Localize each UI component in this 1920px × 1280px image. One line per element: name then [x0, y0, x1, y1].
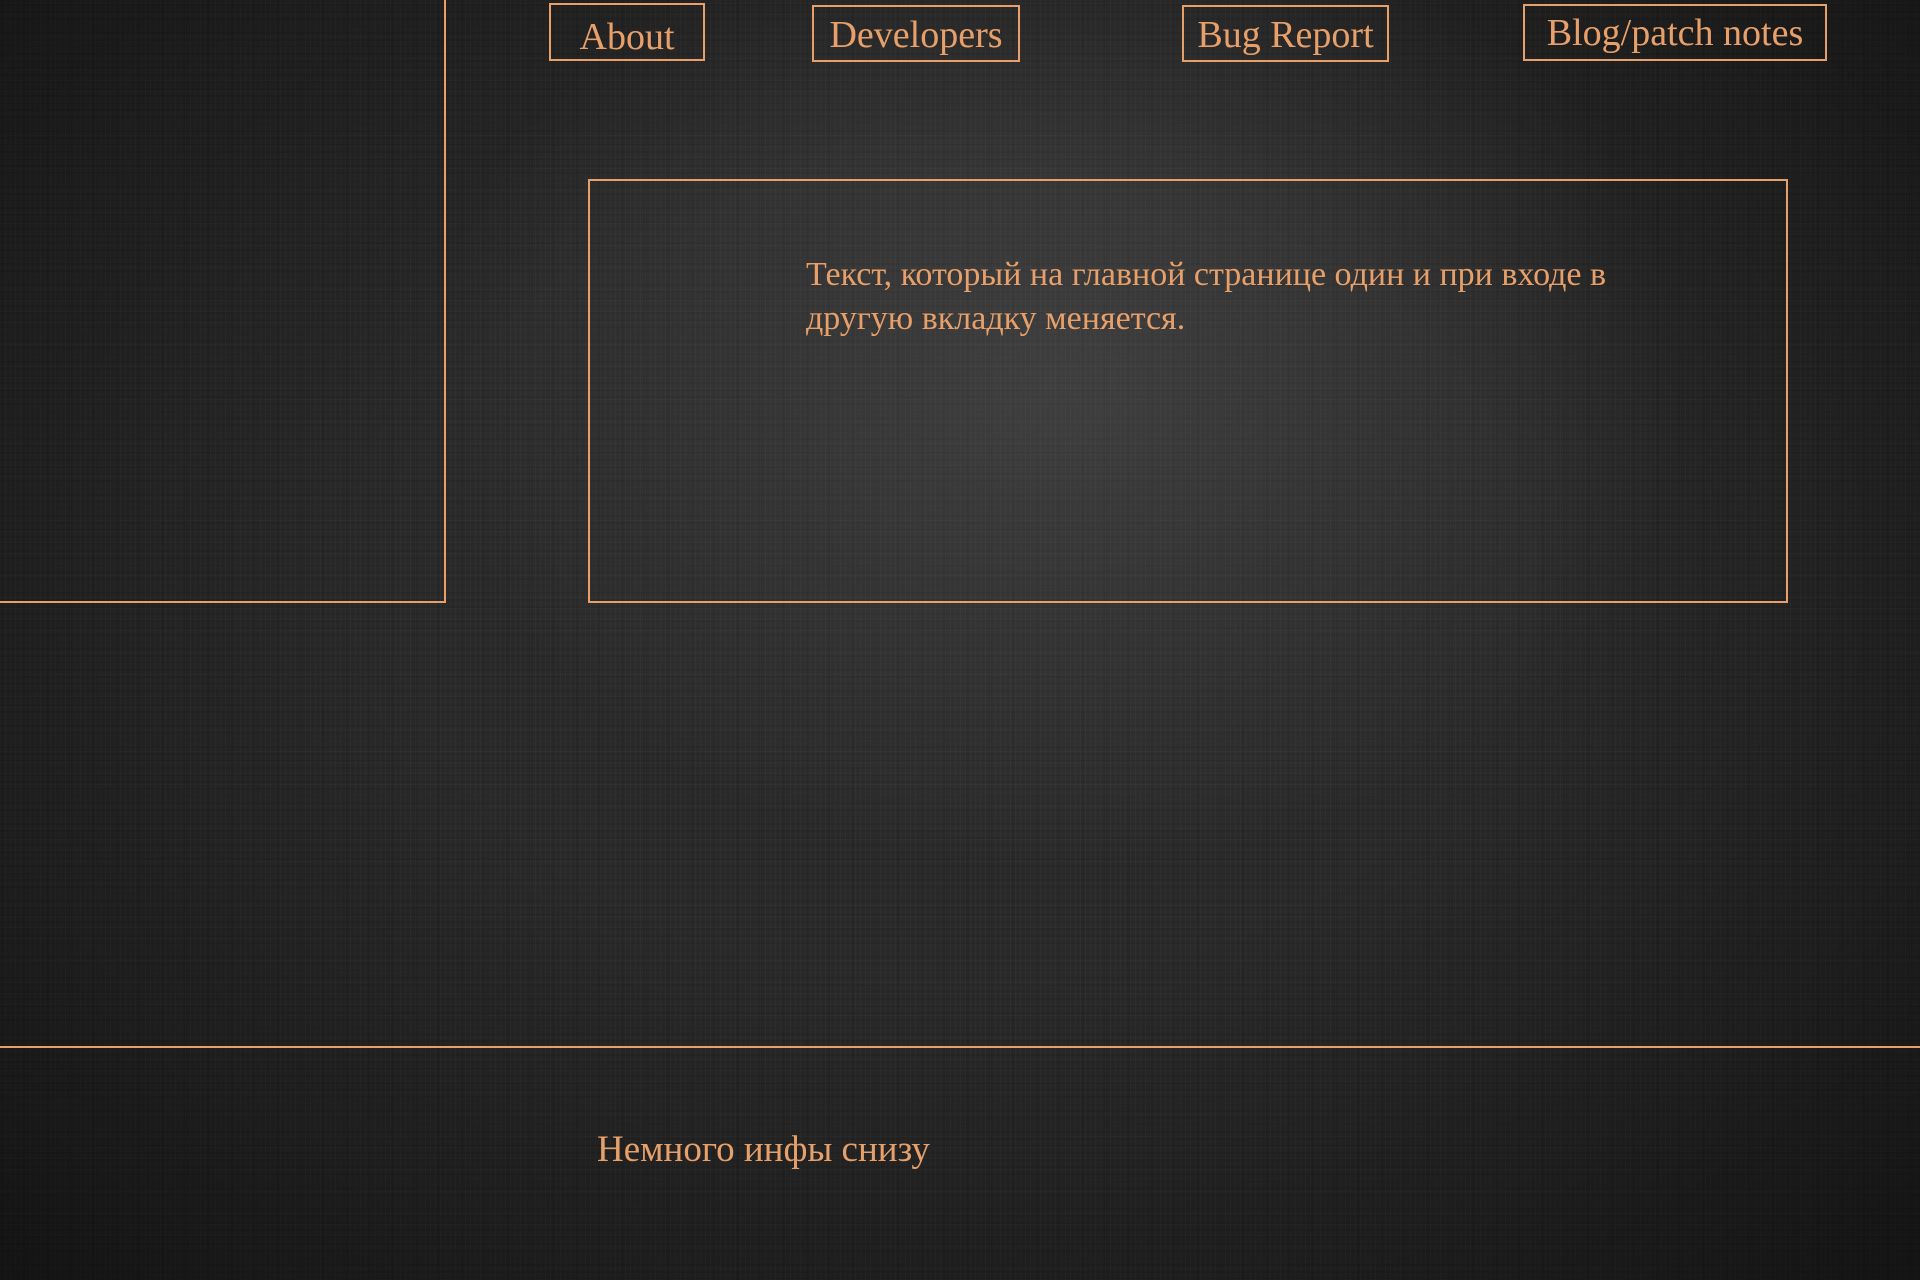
nav-about-button[interactable]: About: [549, 3, 705, 61]
footer-text: Немного инфы снизу: [597, 1129, 930, 1170]
main-content-panel: Текст, который на главной странице один …: [588, 179, 1788, 603]
main-content-text: Текст, который на главной странице один …: [806, 256, 1607, 337]
sidebar-panel: [0, 0, 446, 603]
footer-divider: [0, 1046, 1920, 1048]
nav-blog-patch-notes-button[interactable]: Blog/patch notes: [1523, 4, 1827, 61]
nav-developers-button[interactable]: Developers: [812, 5, 1020, 62]
nav-bug-report-button[interactable]: Bug Report: [1182, 5, 1389, 62]
